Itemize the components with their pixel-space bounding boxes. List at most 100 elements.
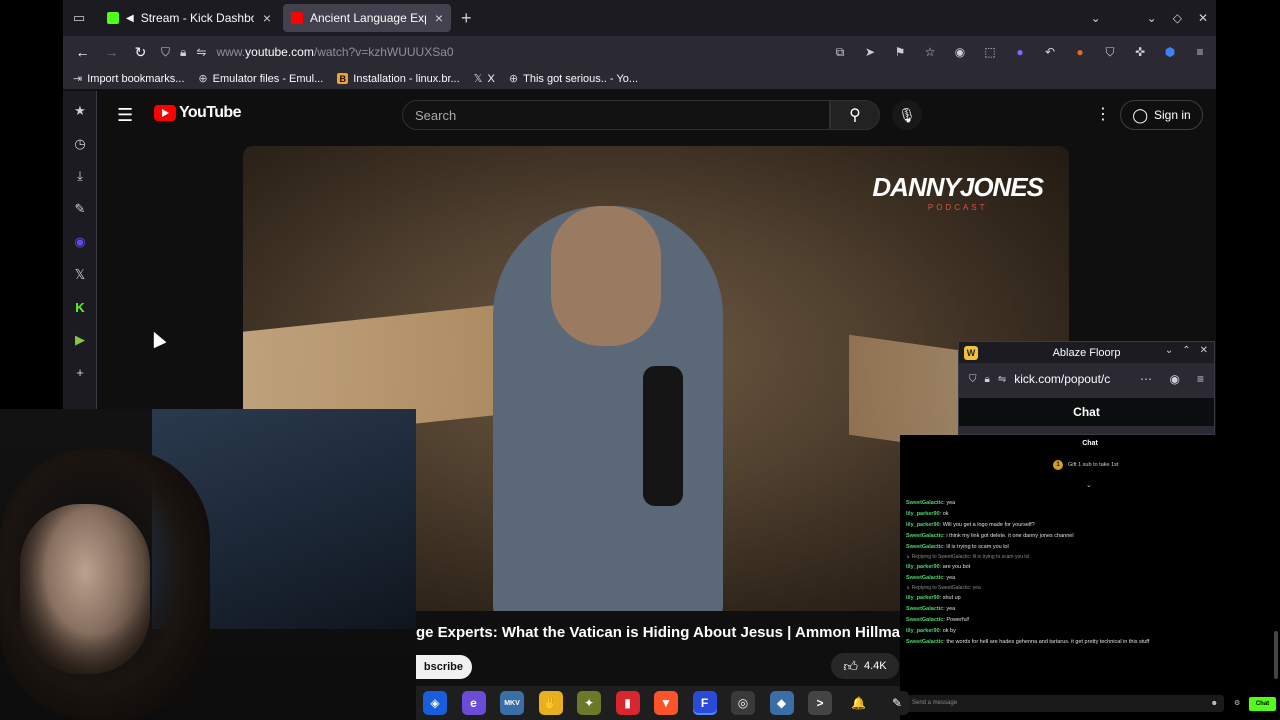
- rumble-panel-icon[interactable]: ▶: [63, 332, 97, 348]
- chat-username[interactable]: SweetGalactic: [906, 606, 943, 612]
- chat-username[interactable]: SweetGalactic: [906, 544, 943, 550]
- bookmarks-star-icon[interactable]: ★: [63, 103, 97, 119]
- terminal-icon[interactable]: >: [808, 691, 832, 715]
- account-icon[interactable]: ◉: [1170, 372, 1180, 386]
- tab-overflow-icon[interactable]: ⌄: [1091, 11, 1101, 25]
- tab-youtube[interactable]: Ancient Language Experts ×: [283, 4, 451, 32]
- chat-username[interactable]: lily_parker90: [906, 628, 940, 634]
- shield-icon[interactable]: ⛉: [969, 374, 977, 385]
- bell-icon[interactable]: 🔔: [846, 691, 871, 715]
- notes-pen-icon[interactable]: ✎: [63, 201, 97, 217]
- tab-list-icon[interactable]: ▭: [63, 0, 95, 36]
- close-tab-icon[interactable]: ×: [263, 10, 271, 26]
- chat-username[interactable]: lily_parker90: [906, 522, 940, 528]
- chat-send-button[interactable]: Chat: [1249, 697, 1276, 711]
- maximize-icon[interactable]: ◇: [1173, 11, 1182, 25]
- chat-username[interactable]: lily_parker90: [906, 564, 940, 570]
- chevron-down-icon[interactable]: ⌄: [1165, 345, 1173, 356]
- account-icon[interactable]: ◉: [952, 45, 968, 59]
- profile-icon[interactable]: ●: [1012, 45, 1028, 59]
- kick-panel-icon[interactable]: K: [63, 300, 97, 315]
- floorp-panel-icon[interactable]: ◉: [63, 234, 97, 250]
- screenshot-icon[interactable]: ⧉: [832, 45, 848, 60]
- new-tab-icon[interactable]: +: [461, 8, 472, 29]
- pen-icon[interactable]: ✎: [885, 691, 909, 715]
- hamburger-menu-icon[interactable]: ☰: [117, 105, 133, 126]
- close-icon[interactable]: ✕: [1200, 345, 1208, 356]
- bookmark-installation[interactable]: B Installation - linux.br...: [337, 73, 460, 85]
- reload-icon[interactable]: ↻: [126, 44, 155, 61]
- chat-username[interactable]: SweetGalactic: [906, 617, 943, 623]
- vscode-icon[interactable]: ◆: [769, 691, 794, 715]
- search-button[interactable]: ⚲: [830, 100, 880, 130]
- ublock-icon[interactable]: ⛉: [1102, 45, 1118, 60]
- chat-message-input[interactable]: Send a message ☻: [904, 695, 1224, 712]
- floorp-url-text[interactable]: kick.com/popout/c: [1014, 372, 1110, 386]
- menu-icon[interactable]: ≡: [1197, 372, 1204, 386]
- undo-icon[interactable]: ↶: [1042, 45, 1058, 59]
- like-button[interactable]: 👍︎ 4.4K: [831, 653, 899, 679]
- subscribe-button[interactable]: bscribe: [416, 655, 472, 679]
- lock-icon[interactable]: 🔒︎: [180, 45, 186, 60]
- chat-scrollbar[interactable]: [1274, 631, 1278, 679]
- brave-icon[interactable]: ▼: [654, 691, 678, 715]
- url-text[interactable]: www.youtube.com/watch?v=kzhWUUUXSa0: [216, 45, 453, 59]
- tool-icon[interactable]: ✦: [577, 691, 601, 715]
- more-options-icon[interactable]: ⋮: [1095, 104, 1111, 124]
- bookmark-emulator[interactable]: ⊕ Emulator files - Emul...: [198, 72, 323, 86]
- emoji-icon[interactable]: ☻: [1211, 695, 1218, 712]
- more-icon[interactable]: ⋯: [1140, 372, 1152, 386]
- permissions-icon[interactable]: ⇋: [196, 45, 206, 59]
- audio-icon[interactable]: ◀: [126, 13, 134, 24]
- send-icon[interactable]: ➤: [862, 45, 878, 59]
- kick-favicon-icon: [107, 12, 119, 24]
- bookmark-import[interactable]: ⇥ Import bookmarks...: [73, 72, 184, 86]
- bookmark-x[interactable]: 𝕏X: [474, 72, 495, 86]
- x-panel-icon[interactable]: 𝕏: [63, 267, 97, 283]
- url-bar[interactable]: ⛉ 🔒︎ ⇋ www.youtube.com/watch?v=kzhWUUUXS…: [161, 39, 941, 65]
- translate-icon[interactable]: ⬢: [1162, 45, 1178, 59]
- chat-username[interactable]: SweetGalactic: [906, 575, 943, 581]
- menu-icon[interactable]: ≡: [1192, 45, 1208, 59]
- chat-username[interactable]: lily_parker90: [906, 511, 940, 517]
- downloads-icon[interactable]: ⤓: [63, 168, 97, 184]
- search-input[interactable]: Search: [402, 100, 830, 130]
- youtube-logo[interactable]: YouTube: [154, 104, 241, 122]
- chat-username[interactable]: SweetGalactic: [906, 533, 943, 539]
- fox-extension-icon[interactable]: ●: [1072, 45, 1088, 59]
- files-icon[interactable]: ▮: [615, 691, 640, 715]
- minimize-icon[interactable]: ⌄: [1147, 11, 1157, 25]
- close-window-icon[interactable]: ✕: [1198, 11, 1208, 25]
- puzzle-icon[interactable]: ✜: [1132, 45, 1148, 59]
- bitwarden-icon[interactable]: ◈: [423, 691, 447, 715]
- flag-icon[interactable]: ⚑: [892, 45, 908, 59]
- chat-username[interactable]: lily_parker90: [906, 595, 940, 601]
- chat-username[interactable]: SweetGalactic: [906, 500, 943, 506]
- extensions-icon[interactable]: ⬚: [982, 45, 998, 59]
- forward-icon[interactable]: →: [97, 44, 126, 60]
- voice-search-button[interactable]: 🎙︎: [892, 100, 922, 130]
- obs-icon[interactable]: ◎: [731, 691, 755, 715]
- close-tab-icon[interactable]: ×: [435, 10, 443, 26]
- mkv-icon[interactable]: MKV: [500, 691, 524, 715]
- pinned-gift[interactable]: 1 Gift 1 sub to take 1st: [1053, 460, 1118, 470]
- floorp-titlebar[interactable]: W Ablaze Floorp ⌄ ⌃ ✕: [959, 342, 1214, 363]
- gear-icon[interactable]: ⚙: [1234, 699, 1240, 707]
- tab-kick-dashboard[interactable]: ◀ Stream - Kick Dashboa ×: [99, 4, 279, 32]
- lock-icon[interactable]: 🔒︎: [985, 374, 990, 385]
- floorp-url-bar[interactable]: ⛉ 🔒︎ ⇋ kick.com/popout/c ⋯ ◉ ≡: [959, 366, 1214, 392]
- chevron-up-icon[interactable]: ⌃: [1182, 345, 1190, 356]
- floorp-icon[interactable]: F: [692, 691, 717, 715]
- shield-icon[interactable]: ⛉: [161, 45, 170, 60]
- bookmark-this-got-serious[interactable]: ⊕ This got serious.. - Yo...: [509, 72, 638, 86]
- chat-username[interactable]: SweetGalactic: [906, 639, 943, 645]
- back-icon[interactable]: ←: [68, 44, 97, 60]
- history-icon[interactable]: ◷: [63, 136, 97, 152]
- permissions-icon[interactable]: ⇋: [998, 374, 1006, 385]
- sign-in-button[interactable]: ◯ Sign in: [1120, 100, 1203, 130]
- bookmark-star-icon[interactable]: ☆: [922, 45, 938, 59]
- wave-hand-icon[interactable]: ✋: [538, 691, 563, 715]
- add-panel-icon[interactable]: +: [63, 365, 97, 380]
- edge-icon[interactable]: e: [461, 691, 486, 715]
- chevron-down-icon[interactable]: ⌄: [1086, 481, 1092, 489]
